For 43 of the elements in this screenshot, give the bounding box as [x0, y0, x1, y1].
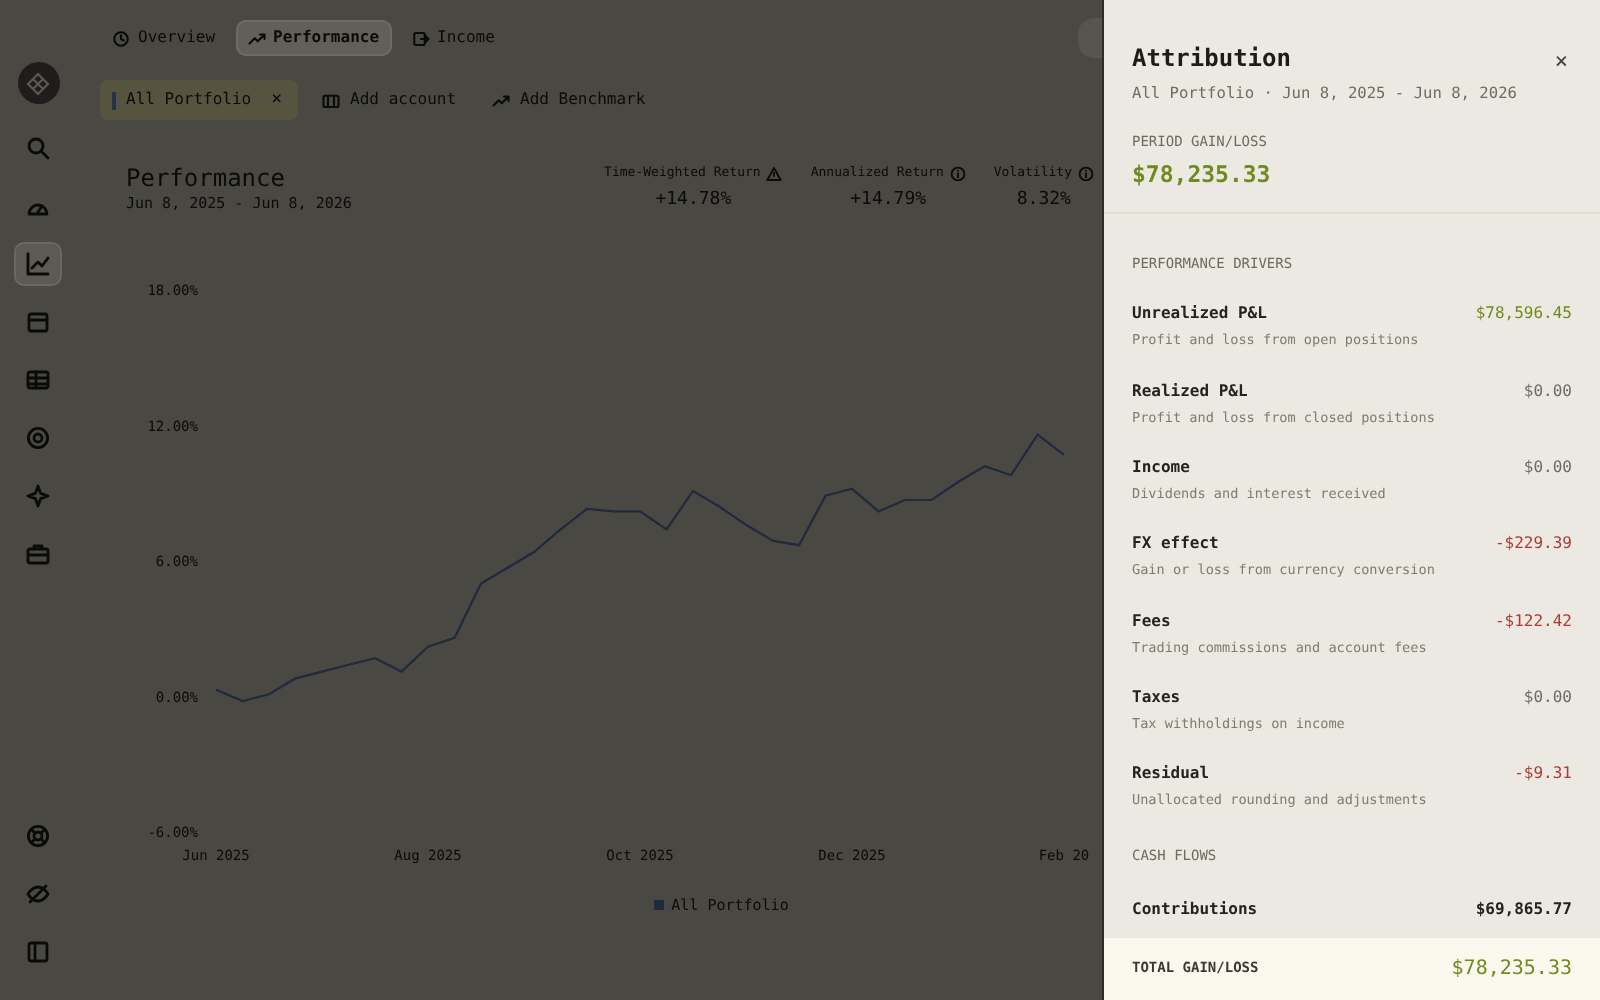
logo-icon[interactable]: [17, 62, 59, 104]
driver-name: Fees: [1132, 609, 1173, 634]
stat-value: +14.78%: [653, 187, 734, 214]
driver-value: -$122.42: [1494, 609, 1572, 634]
tab[interactable]: Overview: [100, 20, 228, 56]
info-icon: [1078, 165, 1094, 182]
panel-title: Attribution: [1132, 44, 1291, 73]
driver-value: $0.00: [1523, 455, 1572, 480]
driver-value: $0.00: [1523, 379, 1572, 404]
period-value: $78,235.33: [1132, 157, 1273, 192]
total-value: $78,235.33: [1451, 956, 1572, 984]
add-benchmark-button[interactable]: Add Benchmark: [480, 80, 658, 120]
tab[interactable]: Income: [399, 20, 507, 56]
driver-name: Residual: [1132, 762, 1212, 787]
driver-value: -$229.39: [1494, 532, 1572, 557]
stat-value: 8.32%: [1014, 187, 1073, 214]
add-account-button[interactable]: Add account: [310, 80, 469, 120]
driver-name: FX effect: [1132, 532, 1221, 557]
remove-button[interactable]: ×: [267, 91, 287, 109]
info-icon: [949, 165, 966, 182]
section-title: Performance: [126, 164, 287, 193]
driver-value: -$9.31: [1514, 762, 1572, 787]
driver-name: Taxes: [1132, 685, 1183, 710]
line-chart-icon[interactable]: [14, 242, 62, 286]
tab[interactable]: Performance: [235, 20, 392, 56]
stat-value: +14.79%: [848, 187, 929, 214]
arrow-in-icon: [411, 29, 430, 47]
clock-icon: [112, 29, 130, 47]
warning-icon: [766, 165, 783, 182]
chip-label: All Portfolio: [126, 88, 252, 112]
legend-marker: [653, 899, 664, 910]
cash-flow-value: $69,865.77: [1475, 897, 1572, 922]
close-button[interactable]: ×: [1550, 50, 1572, 73]
driver-name: Realized P&L: [1132, 379, 1250, 404]
driver-name: Unrealized P&L: [1132, 302, 1269, 327]
header-button[interactable]: [1078, 18, 1102, 58]
trend-icon: [247, 29, 266, 47]
driver-name: Income: [1132, 455, 1192, 480]
driver-value: $78,596.45: [1475, 302, 1572, 327]
trend-icon: [492, 91, 511, 109]
columns-icon: [322, 91, 341, 109]
cash-flow-name: Contributions: [1132, 897, 1258, 922]
driver-value: $0.00: [1523, 685, 1572, 710]
